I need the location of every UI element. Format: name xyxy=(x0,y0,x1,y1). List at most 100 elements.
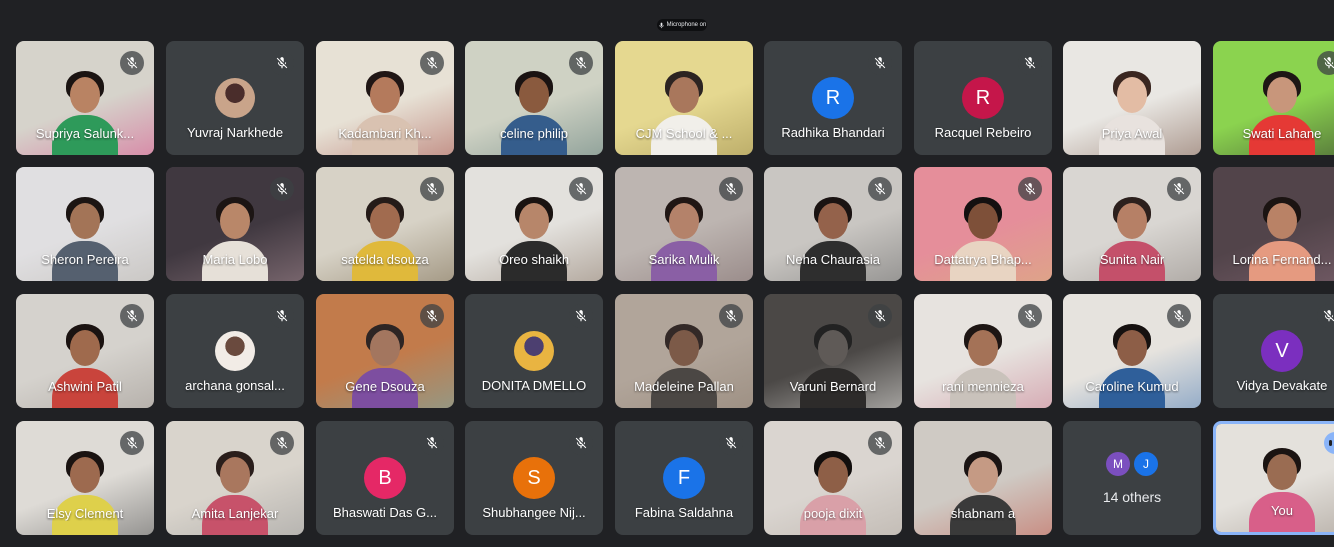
participant-name: DONITA DMELLO xyxy=(481,378,587,393)
avatar: R xyxy=(812,77,854,119)
participant-tile[interactable]: CJM School & ... xyxy=(615,41,753,155)
participant-name: pooja dixit xyxy=(803,506,863,521)
participant-tile[interactable]: Supriya Salunk... xyxy=(16,41,154,155)
participant-name: Swati Lahane xyxy=(1242,126,1322,141)
others-avatar-group: MJ xyxy=(1106,452,1158,476)
avatar: R xyxy=(962,77,1004,119)
participant-name: Bhaswati Das G... xyxy=(332,505,438,520)
mic-off-icon xyxy=(569,431,593,455)
participant-name: satelda dsouza xyxy=(341,252,429,267)
participant-figure xyxy=(651,197,717,281)
participant-tile[interactable]: Priya Awal xyxy=(1063,41,1201,155)
participant-name: archana gonsal... xyxy=(185,378,285,393)
avatar: F xyxy=(663,457,705,499)
mic-off-icon xyxy=(569,51,593,75)
mic-off-icon xyxy=(1317,304,1334,328)
participant-tile[interactable]: archana gonsal... xyxy=(166,294,304,408)
participant-tile[interactable]: celine philip xyxy=(465,41,603,155)
mic-off-icon xyxy=(420,51,444,75)
avatar: S xyxy=(513,457,555,499)
participant-name: Gene Dsouza xyxy=(345,379,425,394)
mic-off-icon xyxy=(1018,304,1042,328)
avatar xyxy=(514,331,554,371)
participant-tile[interactable]: Lorina Fernand... xyxy=(1213,167,1334,281)
participant-figure xyxy=(800,197,866,281)
participant-tile[interactable]: shabnam a xyxy=(914,421,1052,535)
participant-tile[interactable]: satelda dsouza xyxy=(316,167,454,281)
participant-name: Amita Lanjekar xyxy=(191,506,279,521)
participant-tile[interactable]: Sarika Mulik xyxy=(615,167,753,281)
participant-tile[interactable]: Dattatrya Bhap... xyxy=(914,167,1052,281)
participant-figure xyxy=(1099,71,1165,155)
participant-figure xyxy=(202,197,268,281)
others-tile[interactable]: M J 14 others xyxy=(1063,421,1201,535)
participant-tile[interactable]: Oreo shaikh xyxy=(465,167,603,281)
participant-figure xyxy=(352,324,418,408)
mic-off-icon xyxy=(569,304,593,328)
participant-tile[interactable]: S Shubhangee Nij... xyxy=(465,421,603,535)
mic-off-icon xyxy=(270,177,294,201)
participant-tile[interactable]: Elsy Clement xyxy=(16,421,154,535)
participant-tile[interactable]: pooja dixit xyxy=(764,421,902,535)
participant-name: rani mennieza xyxy=(942,379,1024,394)
participant-tile[interactable]: R Radhika Bhandari xyxy=(764,41,902,155)
avatar: B xyxy=(364,457,406,499)
participant-figure xyxy=(501,197,567,281)
participant-tile[interactable]: Caroline Kumud xyxy=(1063,294,1201,408)
mic-off-icon xyxy=(270,304,294,328)
participant-tile[interactable]: F Fabina Saldahna xyxy=(615,421,753,535)
participant-figure xyxy=(501,71,567,155)
mic-off-icon xyxy=(270,431,294,455)
participant-figure xyxy=(52,324,118,408)
participant-name: Yuvraj Narkhede xyxy=(186,125,284,140)
participant-tile[interactable]: DONITA DMELLO xyxy=(465,294,603,408)
participant-figure xyxy=(1249,197,1315,281)
mic-off-icon xyxy=(120,51,144,75)
participant-tile[interactable]: Gene Dsouza xyxy=(316,294,454,408)
avatar: M xyxy=(1106,452,1130,476)
participant-name: celine philip xyxy=(500,126,568,141)
participant-tile[interactable]: R Racquel Rebeiro xyxy=(914,41,1052,155)
mic-off-icon xyxy=(569,177,593,201)
mic-off-icon xyxy=(420,304,444,328)
participant-name: Madeleine Pallan xyxy=(634,379,734,394)
mic-off-icon xyxy=(270,51,294,75)
participant-name: shabnam a xyxy=(950,506,1016,521)
participant-tile[interactable]: B Bhaswati Das G... xyxy=(316,421,454,535)
participant-name: CJM School & ... xyxy=(635,126,733,141)
participant-tile[interactable]: Maria Lobo xyxy=(166,167,304,281)
participant-tile[interactable]: Swati Lahane xyxy=(1213,41,1334,155)
participant-grid: Supriya Salunk... Yuvraj Narkhede Kadambar… xyxy=(0,0,1334,547)
participant-tile[interactable]: Kadambari Kh... xyxy=(316,41,454,155)
mic-off-icon xyxy=(1317,51,1334,75)
participant-name: Caroline Kumud xyxy=(1085,379,1179,394)
mic-off-icon xyxy=(420,431,444,455)
participant-figure xyxy=(1249,71,1315,155)
participant-tile[interactable]: Ashwini Patil xyxy=(16,294,154,408)
participant-tile[interactable]: rani mennieza xyxy=(914,294,1052,408)
participant-tile[interactable]: Amita Lanjekar xyxy=(166,421,304,535)
participant-tile[interactable]: V Vidya Devakate xyxy=(1213,294,1334,408)
participant-name: Lorina Fernand... xyxy=(1232,252,1332,267)
participant-tile[interactable]: Madeleine Pallan xyxy=(615,294,753,408)
mic-off-icon xyxy=(120,304,144,328)
participant-tile[interactable]: Neha Chaurasia xyxy=(764,167,902,281)
mic-off-icon xyxy=(420,177,444,201)
participant-figure xyxy=(352,71,418,155)
participant-tile[interactable]: Yuvraj Narkhede xyxy=(166,41,304,155)
participant-name: You xyxy=(1271,503,1293,518)
participant-tile[interactable]: Varuni Bernard xyxy=(764,294,902,408)
participant-name: Sunita Nair xyxy=(1099,252,1165,267)
participant-name: Sheron Pereira xyxy=(41,252,129,267)
participant-figure xyxy=(1099,324,1165,408)
avatar: V xyxy=(1261,330,1303,372)
participant-name: Shubhangee Nij... xyxy=(482,505,586,520)
participant-tile[interactable]: Sheron Pereira xyxy=(16,167,154,281)
self-video-tile[interactable]: You xyxy=(1213,421,1334,535)
participant-tile[interactable]: Sunita Nair xyxy=(1063,167,1201,281)
participant-name: Priya Awal xyxy=(1101,126,1163,141)
participant-name: Vidya Devakate xyxy=(1236,378,1328,393)
mic-off-icon xyxy=(1167,304,1191,328)
participant-figure xyxy=(950,324,1016,408)
participant-name: Supriya Salunk... xyxy=(35,126,135,141)
